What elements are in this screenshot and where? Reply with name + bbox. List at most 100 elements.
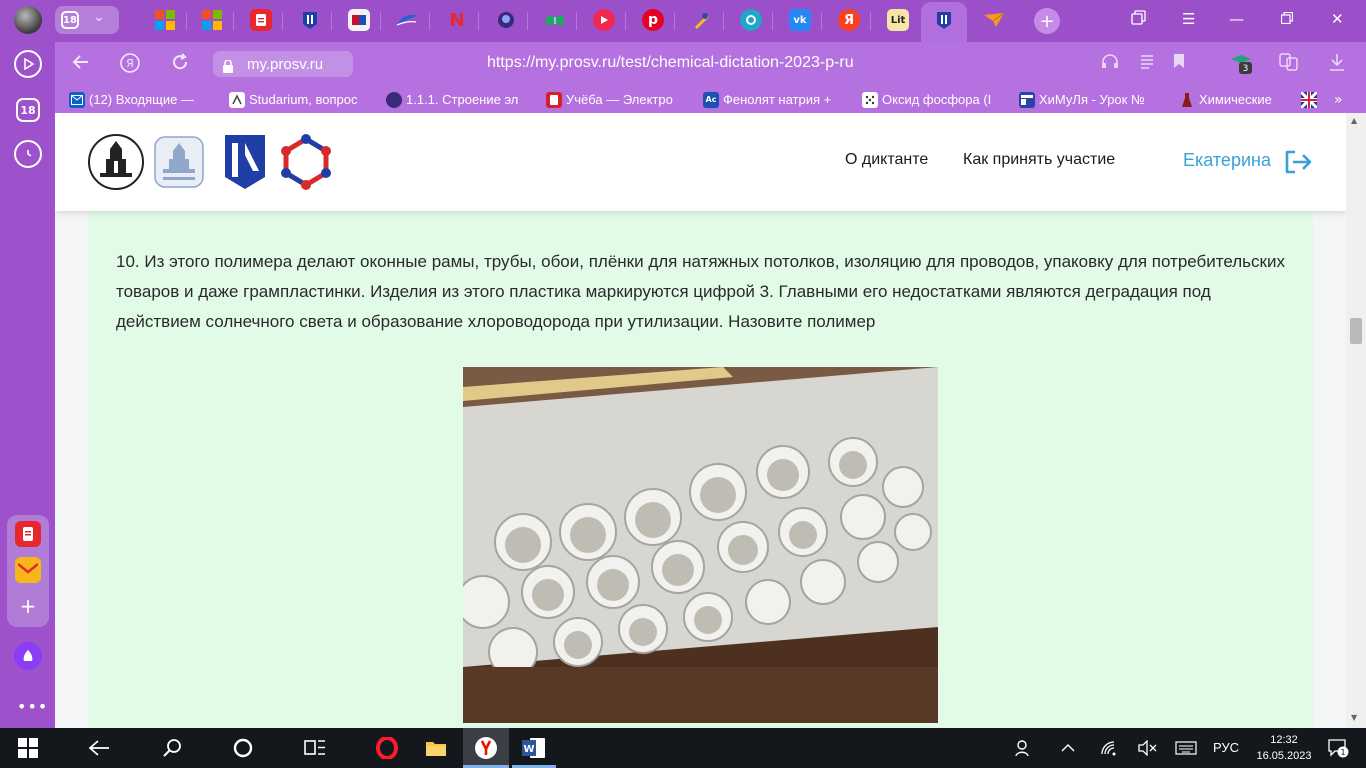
prosveshchenie-logo[interactable] (223, 133, 281, 191)
tab-chem-site-icon[interactable] (740, 9, 762, 31)
tab-vk-icon[interactable]: vk (789, 9, 811, 31)
downloads-badge-count: 3 (1243, 64, 1249, 74)
notes-icon (546, 91, 562, 108)
tab-active-prosv-icon[interactable] (933, 9, 955, 31)
tab-site-icon[interactable] (348, 9, 370, 31)
opera-icon[interactable] (375, 736, 399, 760)
windows-taskbar: W РУС 12:32 16.05.2023 1 (0, 728, 1366, 768)
tab-microsoft-icon[interactable] (154, 9, 176, 31)
headphones-icon[interactable] (1101, 53, 1119, 74)
history-icon[interactable] (14, 140, 42, 168)
new-tab-button[interactable]: + (1034, 8, 1060, 34)
restore-icon[interactable] (1280, 10, 1294, 28)
tab-wing-icon[interactable] (396, 9, 418, 31)
bookmark-item[interactable]: Химические (1179, 90, 1287, 109)
scroll-up-icon[interactable]: ▲ (1351, 116, 1357, 125)
uk-flag-icon (1301, 91, 1317, 108)
minimize-icon[interactable]: — (1229, 10, 1244, 28)
input-language-indicator[interactable]: РУС (1213, 740, 1239, 755)
svg-text:Я: Я (126, 57, 134, 70)
task-view-icon[interactable] (303, 736, 327, 760)
mail-app-icon[interactable] (15, 557, 41, 583)
profile-avatar[interactable] (14, 6, 42, 34)
tab-lit-icon[interactable]: Lit (887, 9, 909, 31)
bookmark-item[interactable]: Studarium, вопрос (229, 90, 374, 109)
cortana-icon[interactable] (231, 736, 255, 760)
bookmark-item[interactable]: Ac Фенолят натрия + (703, 90, 846, 109)
chemistry-faculty-logo[interactable] (151, 133, 209, 191)
dots-icon (862, 91, 878, 108)
domain-label: my.prosv.ru (247, 55, 324, 73)
tab-n-icon[interactable]: N (446, 9, 468, 31)
clock[interactable]: 12:32 16.05.2023 (1254, 732, 1314, 764)
mail-icon (69, 91, 85, 108)
chem-icon: Ac (703, 91, 719, 108)
search-icon[interactable] (160, 736, 184, 760)
file-explorer-icon[interactable] (424, 736, 448, 760)
tab-pinterest-icon[interactable]: p (642, 9, 664, 31)
tab-strip: 18 ⌄ N p vk Я Lit + ☰ — ✕ (55, 0, 1366, 42)
tab-manager-icon[interactable] (1131, 10, 1147, 30)
tab-microsoft-icon[interactable] (201, 9, 223, 31)
bookmark-item[interactable]: ХиМуЛя - Урок № (1019, 90, 1164, 109)
tabs-counter-badge[interactable]: 18 (16, 98, 40, 122)
reload-icon[interactable] (170, 52, 190, 77)
msu-logo[interactable] (87, 133, 145, 191)
wifi-icon[interactable] (1097, 736, 1121, 760)
logout-icon[interactable] (1283, 149, 1313, 175)
page-scrollbar[interactable]: ▲ ▼ (1346, 113, 1366, 728)
tab-paper-plane-icon[interactable] (983, 9, 1005, 31)
play-icon[interactable] (14, 50, 42, 78)
tab-notes-icon[interactable] (250, 9, 272, 31)
svg-text:W: W (523, 744, 534, 755)
tray-chevron-up-icon[interactable] (1056, 736, 1080, 760)
scrollbar-thumb[interactable] (1350, 318, 1362, 344)
people-icon[interactable] (1012, 736, 1036, 760)
protect-extension-icon[interactable]: 3 (1229, 53, 1253, 80)
address-input[interactable]: https://my.prosv.ru/test/chemical-dictat… (487, 54, 854, 72)
yandex-home-icon[interactable]: Я (119, 52, 141, 79)
download-icon[interactable] (1329, 53, 1345, 76)
bookmarks-overflow-icon[interactable]: » (1334, 90, 1343, 109)
bookmark-icon[interactable] (1173, 53, 1185, 74)
bookmark-item[interactable]: Оксид фосфора (I (862, 90, 1006, 109)
bookmark-item[interactable]: Учёба — Электро (546, 90, 688, 109)
tab-pencil-icon[interactable] (691, 9, 713, 31)
notifications-icon[interactable]: 1 (1326, 736, 1350, 760)
more-icon[interactable]: ••• (17, 697, 48, 716)
tab-lesson-icon[interactable] (495, 9, 517, 31)
tab-video-icon[interactable] (593, 9, 615, 31)
volume-muted-icon[interactable] (1135, 736, 1159, 760)
keyboard-icon[interactable] (1174, 736, 1198, 760)
browser-sidebar: 18 + ••• (0, 0, 55, 728)
tab-list-button[interactable]: 18 ⌄ (55, 6, 119, 34)
yandex-browser-icon[interactable] (474, 736, 498, 760)
nav-about-link[interactable]: О диктанте (845, 151, 928, 169)
tab-book-icon[interactable] (544, 9, 566, 31)
dictation-logo[interactable] (277, 133, 335, 191)
word-icon[interactable]: W (522, 736, 546, 760)
back-icon[interactable] (71, 52, 91, 77)
site-info-button[interactable]: my.prosv.ru (213, 51, 353, 77)
tab-prosv-icon[interactable] (299, 9, 321, 31)
bookmark-item[interactable]: (12) Входящие — (69, 90, 219, 109)
alice-assistant-icon[interactable] (14, 642, 42, 670)
back-arrow-icon[interactable] (87, 736, 111, 760)
menu-icon[interactable]: ☰ (1182, 10, 1195, 28)
chevron-down-icon: ⌄ (93, 9, 105, 25)
user-name-link[interactable]: Екатерина (1183, 150, 1271, 171)
close-icon[interactable]: ✕ (1331, 10, 1344, 28)
scroll-down-icon[interactable]: ▼ (1351, 713, 1357, 722)
reader-mode-icon[interactable] (1139, 53, 1155, 74)
windows-start-icon[interactable] (16, 736, 40, 760)
clock-time: 12:32 (1270, 734, 1298, 746)
tab-yandex-icon[interactable]: Я (838, 9, 860, 31)
notes-app-icon[interactable] (15, 521, 41, 547)
question-card: 10. Из этого полимера делают оконные рам… (88, 211, 1313, 728)
bookmark-uk-flag[interactable] (1301, 90, 1321, 109)
bookmark-item[interactable]: 1.1.1. Строение эл (386, 90, 533, 109)
collections-icon[interactable] (1279, 53, 1299, 76)
add-app-icon[interactable]: + (15, 593, 41, 619)
flask-icon (1179, 92, 1195, 108)
nav-how-to-link[interactable]: Как принять участие (963, 151, 1115, 169)
